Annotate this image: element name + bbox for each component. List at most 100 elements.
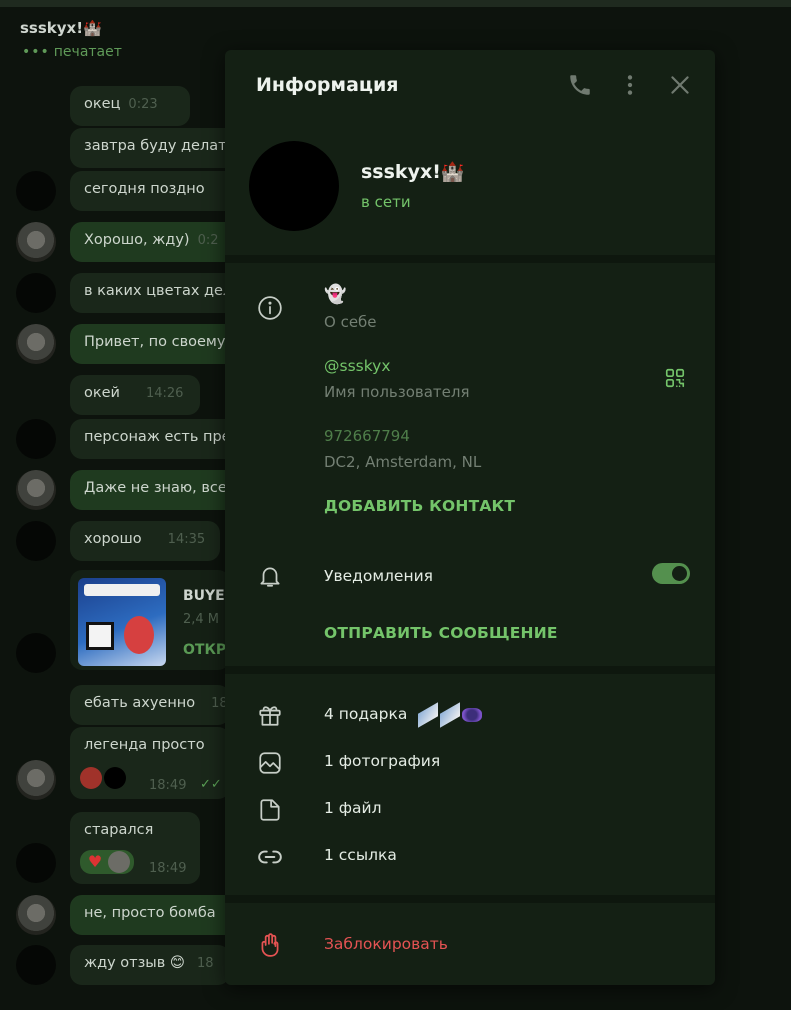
notifications-toggle[interactable] — [652, 563, 690, 584]
message[interactable]: окей 14:26 — [70, 375, 200, 415]
message-reactions[interactable] — [80, 767, 126, 789]
message-reactions[interactable]: ♥ — [80, 850, 134, 874]
links-row[interactable]: 1 ссылка — [324, 846, 397, 864]
add-contact-button[interactable]: ДОБАВИТЬ КОНТАКТ — [324, 497, 515, 515]
avatar[interactable] — [16, 171, 56, 211]
message[interactable]: хорошо 14:35 — [70, 521, 220, 561]
profile-name: ssskyx!🏰 — [361, 161, 465, 183]
gift-syringe-icon — [418, 701, 439, 728]
message[interactable]: ебать ахуенно 18 — [70, 685, 230, 725]
thumbnail-qr — [86, 622, 114, 650]
close-icon[interactable] — [667, 72, 693, 98]
phone-icon[interactable] — [567, 72, 593, 98]
message-text: жду отзыв 😊 — [84, 955, 186, 971]
avatar[interactable] — [16, 324, 56, 364]
file-open-button[interactable]: ОТКР — [183, 642, 226, 658]
typing-status: ••• печатает — [22, 44, 122, 60]
message[interactable]: Привет, по своему — [70, 324, 240, 364]
avatar[interactable] — [16, 273, 56, 313]
message[interactable]: жду отзыв 😊 18 — [70, 945, 230, 985]
message-text: сегодня поздно — [84, 181, 205, 197]
message[interactable]: завтра буду делать — [70, 128, 240, 168]
message-time: 18 — [197, 956, 214, 971]
avatar[interactable] — [16, 945, 56, 985]
phone-dc-label: DC2, Amsterdam, NL — [324, 453, 482, 471]
notifications-label: Уведомления — [324, 567, 433, 585]
message[interactable]: персонаж есть пре — [70, 419, 240, 459]
about-value[interactable]: 👻 — [324, 284, 346, 305]
reaction-avatar — [108, 851, 130, 873]
more-icon[interactable] — [617, 72, 643, 98]
username-label: Имя пользователя — [324, 383, 470, 401]
message-text: Привет, по своему — [84, 334, 226, 350]
toggle-knob — [672, 566, 687, 581]
avatar[interactable] — [16, 222, 56, 262]
message[interactable]: окец 0:23 — [70, 86, 190, 126]
info-icon — [257, 295, 283, 321]
message-text: окец — [84, 96, 121, 112]
section-divider — [225, 895, 715, 903]
bell-icon — [257, 563, 283, 589]
photo-icon — [257, 750, 283, 776]
message[interactable]: в каких цветах дел — [70, 273, 240, 313]
message[interactable]: старался ♥ 18:49 — [70, 812, 200, 884]
reaction-icon[interactable] — [80, 767, 102, 789]
avatar[interactable] — [16, 760, 56, 800]
message-text: завтра буду делать — [84, 138, 236, 154]
message-text: в каких цветах дел — [84, 283, 233, 299]
profile-avatar[interactable] — [249, 141, 339, 231]
username-value[interactable]: @ssskyx — [324, 357, 391, 375]
avatar[interactable] — [16, 521, 56, 561]
about-label: О себе — [324, 313, 377, 331]
phone-number-value[interactable]: 972667794 — [324, 427, 410, 445]
message-text: не, просто бомба — [84, 905, 216, 921]
photos-row[interactable]: 1 фотография — [324, 752, 440, 770]
message-time: 0:2 — [197, 233, 219, 248]
message-text: хорошо — [84, 531, 142, 547]
message[interactable]: легенда просто 18:49 ✓✓ — [70, 727, 230, 799]
panel-title: Информация — [256, 74, 399, 96]
block-user-button[interactable]: Заблокировать — [324, 935, 448, 953]
message[interactable]: сегодня поздно — [70, 171, 240, 211]
file-size: 2,4 M — [183, 612, 220, 627]
thumbnail-banner — [84, 584, 160, 596]
heart-reaction-icon[interactable]: ♥ — [84, 851, 106, 873]
avatar[interactable] — [16, 843, 56, 883]
file-icon — [257, 797, 283, 823]
hand-icon — [257, 932, 283, 958]
file-thumbnail[interactable] — [78, 578, 166, 666]
gifts-row[interactable]: 4 подарка — [324, 701, 483, 728]
message[interactable]: не, просто бомба — [70, 895, 240, 935]
reaction-avatar — [104, 767, 126, 789]
online-status: в сети — [361, 193, 411, 211]
chat-title[interactable]: ssskyx!🏰 — [20, 19, 102, 37]
avatar[interactable] — [16, 895, 56, 935]
avatar[interactable] — [16, 633, 56, 673]
file-message[interactable]: BUYE 2,4 M ОТКР — [70, 570, 230, 670]
message-text: легенда просто — [84, 737, 205, 753]
qr-code-icon[interactable] — [664, 367, 686, 389]
window-top-strip — [0, 0, 791, 7]
message-time: 14:35 — [167, 532, 206, 547]
message-time: 18:49 — [149, 778, 187, 793]
typing-dots-icon: ••• — [22, 44, 50, 60]
typing-status-label: печатает — [53, 44, 122, 60]
message-time: 14:26 — [145, 386, 184, 401]
gift-syringe-icon — [440, 701, 461, 728]
message-text: Хорошо, жду) — [84, 232, 190, 248]
link-icon — [257, 844, 283, 870]
section-divider — [225, 666, 715, 674]
section-divider — [225, 255, 715, 263]
message[interactable]: Даже не знаю, все — [70, 470, 240, 510]
message-text: старался — [84, 822, 154, 838]
send-message-button[interactable]: ОТПРАВИТЬ СООБЩЕНИЕ — [324, 624, 558, 642]
message-time: 0:23 — [128, 97, 158, 112]
avatar[interactable] — [16, 419, 56, 459]
thumbnail-character — [124, 616, 154, 654]
files-row[interactable]: 1 файл — [324, 799, 382, 817]
message-time: 18:49 — [149, 861, 187, 876]
message[interactable]: Хорошо, жду) 0:2 — [70, 222, 240, 262]
gifts-count: 4 подарка — [324, 705, 408, 723]
gift-previews — [418, 701, 483, 728]
avatar[interactable] — [16, 470, 56, 510]
